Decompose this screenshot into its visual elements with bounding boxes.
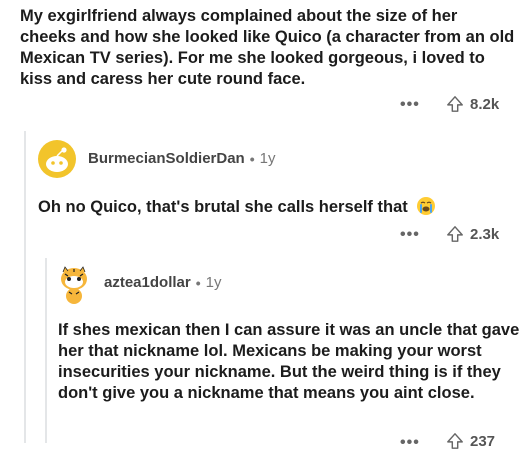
loudly-crying-face-icon <box>417 197 436 215</box>
upvote-arrow-icon <box>447 226 463 242</box>
comment1-header: BurmecianSoldierDan • 1y <box>88 150 275 167</box>
comment1-username[interactable]: BurmecianSoldierDan <box>88 150 245 167</box>
thread-line-level-2[interactable] <box>45 258 47 443</box>
avatar-burmeciansoldierdan[interactable] <box>38 140 76 178</box>
comment1-body-row: Oh no Quico, that's brutal she calls her… <box>38 196 436 218</box>
comment1-upvote-button[interactable]: 2.3k <box>446 225 499 243</box>
comment1-separator: • <box>249 150 255 167</box>
tiger-snoo-avatar-icon <box>61 266 87 304</box>
comment2-separator: • <box>195 274 201 291</box>
snoo-avatar-icon <box>38 140 76 178</box>
post-upvote-button[interactable]: 8.2k <box>446 95 499 113</box>
avatar-aztea1dollar[interactable] <box>55 264 93 304</box>
upvote-arrow-icon <box>447 96 463 112</box>
comment2-username[interactable]: aztea1dollar <box>104 274 191 291</box>
thread-line-level-1[interactable] <box>24 131 26 443</box>
comment2-header: aztea1dollar • 1y <box>104 274 221 291</box>
post-upvote-count: 8.2k <box>470 95 500 113</box>
comment1-more-button[interactable]: ••• <box>400 226 420 244</box>
comment2-more-button[interactable]: ••• <box>400 434 420 452</box>
comment2-upvote-button[interactable]: 237 <box>446 432 495 450</box>
comment2-body: If shes mexican then I can assure it was… <box>58 321 520 402</box>
comment2-age: 1y <box>205 274 222 291</box>
comment1-body: Oh no Quico, that's brutal she calls her… <box>38 198 408 216</box>
post-more-button[interactable]: ••• <box>400 96 420 114</box>
post-body: My exgirlfriend always complained about … <box>20 7 515 88</box>
comment1-upvote-count: 2.3k <box>470 225 500 243</box>
comment2-upvote-count: 237 <box>470 432 496 450</box>
upvote-arrow-icon <box>447 433 463 449</box>
comment1-age: 1y <box>259 150 276 167</box>
